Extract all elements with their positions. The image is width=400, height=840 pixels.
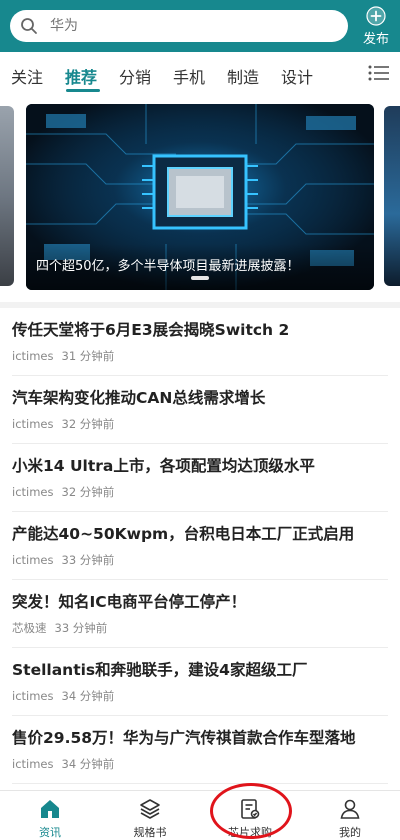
list-item[interactable]: 售价29.58万！华为与广汽传祺首款合作车型落地 ictimes 34 分钟前: [12, 716, 388, 784]
list-item[interactable]: Stellantis和奔驰联手，建设4家超级工厂 ictimes 34 分钟前: [12, 648, 388, 716]
news-source: ictimes: [12, 417, 54, 431]
news-meta: ictimes 32 分钟前: [12, 416, 114, 432]
news-title: 传任天堂将于6月E3展会揭晓Switch 2: [12, 321, 290, 339]
news-time: 32 分钟前: [61, 485, 115, 499]
list-item[interactable]: 突发！知名IC电商平台停工停产！ 芯极速 33 分钟前: [12, 580, 388, 648]
nav-label: 芯片求购: [228, 826, 272, 839]
nav-label: 资讯: [39, 826, 61, 839]
news-source: ictimes: [12, 689, 54, 703]
home-icon: [41, 800, 59, 818]
plus-circle-icon: [366, 6, 386, 26]
news-source: ictimes: [12, 553, 54, 567]
carousel-dot-active: [191, 276, 209, 280]
category-tabs: 关注 推荐 分销 手机 制造 设计: [0, 52, 400, 96]
news-time: 33 分钟前: [54, 621, 108, 635]
search-bar[interactable]: [10, 10, 348, 42]
news-title: 突发！知名IC电商平台停工停产！: [12, 593, 247, 611]
list-item[interactable]: 汽车架构变化推动CAN总线需求增长 ictimes 32 分钟前: [12, 376, 388, 444]
search-input[interactable]: [50, 10, 330, 42]
user-icon: [340, 799, 360, 819]
news-meta: 芯极速 33 分钟前: [12, 620, 107, 636]
news-title: 汽车架构变化推动CAN总线需求增长: [12, 389, 266, 407]
nav-item-news[interactable]: 资讯: [10, 791, 90, 840]
news-meta: ictimes 31 分钟前: [12, 348, 114, 364]
news-meta: ictimes 34 分钟前: [12, 756, 114, 772]
news-source: ictimes: [12, 349, 54, 363]
active-tab-indicator: [66, 89, 100, 92]
document-icon: [241, 799, 260, 819]
news-source: ictimes: [12, 757, 54, 771]
list-item[interactable]: 传任天堂将于6月E3展会揭晓Switch 2 ictimes 31 分钟前: [12, 308, 388, 376]
news-meta: ictimes 34 分钟前: [12, 688, 114, 704]
tab-follow[interactable]: 关注: [11, 64, 43, 88]
publish-label: 发布: [362, 32, 389, 47]
news-title: 小米14 Ultra上市，各项配置均达顶级水平: [12, 457, 315, 475]
banner-carousel[interactable]: 四个超50亿，多个半导体项目最新进展披露！: [0, 96, 400, 306]
banner-slide[interactable]: 四个超50亿，多个半导体项目最新进展披露！: [26, 104, 374, 290]
nav-label: 我的: [339, 826, 361, 839]
nav-label: 规格书: [133, 826, 167, 839]
news-time: 34 分钟前: [61, 689, 115, 703]
tab-manufacturing[interactable]: 制造: [227, 64, 259, 88]
news-time: 31 分钟前: [61, 349, 115, 363]
news-time: 32 分钟前: [61, 417, 115, 431]
news-title: 产能达40~50Kwpm，台积电日本工厂正式启用: [12, 525, 355, 543]
nav-item-chip-purchase[interactable]: 芯片求购: [210, 791, 290, 840]
publish-button[interactable]: 发布: [356, 6, 396, 48]
news-source: 芯极速: [12, 621, 47, 635]
nav-item-profile[interactable]: 我的: [310, 791, 390, 840]
news-meta: ictimes 32 分钟前: [12, 484, 114, 500]
bottom-nav: 资讯 规格书 芯片求购 我的: [0, 790, 400, 840]
menu-icon[interactable]: [368, 64, 390, 82]
news-source: ictimes: [12, 485, 54, 499]
tab-design[interactable]: 设计: [281, 64, 313, 88]
tab-distribution[interactable]: 分销: [119, 64, 151, 88]
news-time: 33 分钟前: [61, 553, 115, 567]
news-title: 售价29.58万！华为与广汽传祺首款合作车型落地: [12, 729, 356, 747]
next-slide-peek[interactable]: [384, 106, 400, 286]
news-meta: ictimes 33 分钟前: [12, 552, 114, 568]
top-header: 发布: [0, 0, 400, 52]
news-title: Stellantis和奔驰联手，建设4家超级工厂: [12, 661, 308, 679]
tab-recommend[interactable]: 推荐: [65, 64, 97, 88]
news-time: 34 分钟前: [61, 757, 115, 771]
layers-icon: [140, 799, 160, 819]
previous-slide-peek[interactable]: [0, 106, 14, 286]
list-item[interactable]: 小米14 Ultra上市，各项配置均达顶级水平 ictimes 32 分钟前: [12, 444, 388, 512]
list-item[interactable]: 产能达40~50Kwpm，台积电日本工厂正式启用 ictimes 33 分钟前: [12, 512, 388, 580]
carousel-indicator: [26, 265, 374, 284]
search-icon: [21, 18, 37, 34]
tab-mobile[interactable]: 手机: [173, 64, 205, 88]
nav-item-datasheet[interactable]: 规格书: [110, 791, 190, 840]
